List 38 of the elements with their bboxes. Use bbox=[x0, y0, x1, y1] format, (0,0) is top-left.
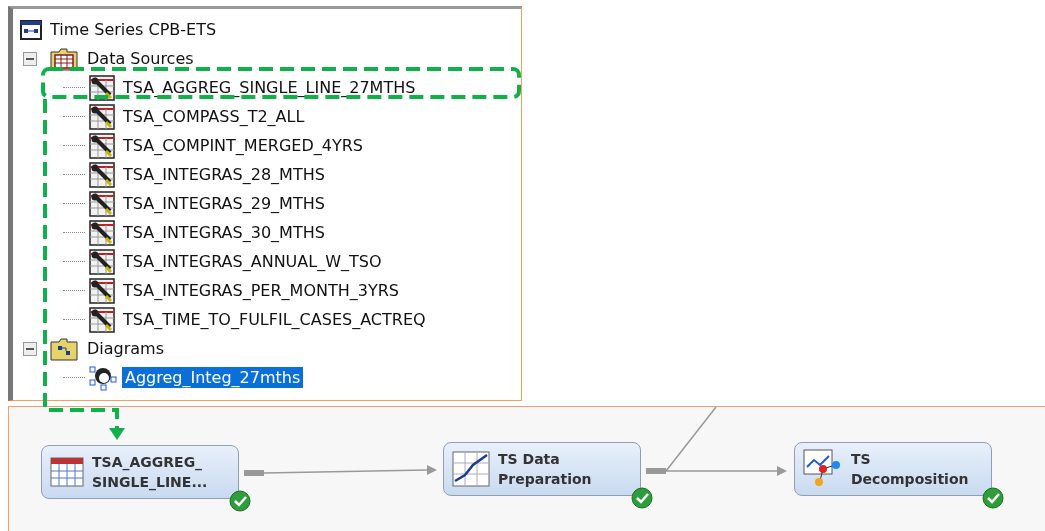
chart-network-icon bbox=[803, 449, 843, 489]
diagram-folder-icon bbox=[49, 336, 79, 361]
project-icon bbox=[20, 19, 42, 40]
diagram-node[interactable]: TSA_AGGREG_ SINGLE_LINE... bbox=[41, 445, 239, 499]
table-icon bbox=[50, 457, 84, 487]
tree-item[interactable]: TSA_INTEGRAS_PER_MONTH_3YRS bbox=[120, 280, 402, 301]
collapse-icon[interactable] bbox=[23, 341, 37, 356]
table-wrench-icon bbox=[89, 161, 115, 188]
tree-item[interactable]: TSA_COMPASS_T2_ALL bbox=[120, 106, 308, 127]
diagram-node[interactable]: TS Data Preparation bbox=[443, 442, 641, 496]
table-wrench-icon bbox=[89, 277, 115, 304]
table-wrench-icon bbox=[89, 306, 115, 333]
tree-item[interactable]: TSA_INTEGRAS_ANNUAL_W_TSO bbox=[120, 251, 385, 272]
tree-item[interactable]: TSA_COMPINT_MERGED_4YRS bbox=[120, 135, 366, 156]
diagram-node[interactable]: TS Decomposition bbox=[794, 442, 992, 496]
tree-item[interactable]: Aggreg_Integ_27mths bbox=[122, 367, 304, 388]
table-wrench-icon bbox=[89, 248, 115, 275]
collapse-icon[interactable] bbox=[23, 51, 37, 66]
connector-line bbox=[665, 407, 717, 472]
table-wrench-icon bbox=[89, 103, 115, 130]
table-wrench-icon bbox=[89, 219, 115, 246]
node-label: TSA_AGGREG_ SINGLE_LINE... bbox=[92, 453, 208, 492]
tree-item[interactable]: TSA_INTEGRAS_28_MTHS bbox=[120, 164, 328, 185]
tree-item[interactable]: TSA_AGGREG_SINGLE_LINE_27MTHS bbox=[120, 77, 419, 98]
table-wrench-icon bbox=[89, 132, 115, 159]
node-label: TS Decomposition bbox=[851, 450, 969, 489]
node-label: TS Data Preparation bbox=[498, 450, 592, 489]
table-folder-icon bbox=[49, 46, 79, 71]
table-wrench-icon bbox=[89, 190, 115, 217]
table-wrench-icon bbox=[89, 74, 115, 101]
tree-folder[interactable]: Data Sources bbox=[84, 48, 197, 69]
tree-item[interactable]: TSA_INTEGRAS_29_MTHS bbox=[120, 193, 328, 214]
tree-root[interactable]: Time Series CPB-ETS bbox=[47, 19, 220, 40]
tree-folder[interactable]: Diagrams bbox=[84, 338, 168, 359]
line-chart-icon bbox=[452, 451, 490, 487]
tree-item[interactable]: TSA_INTEGRAS_30_MTHS bbox=[120, 222, 328, 243]
process-flow-icon bbox=[89, 364, 117, 391]
tree-item[interactable]: TSA_TIME_TO_FULFIL_CASES_ACTREQ bbox=[120, 309, 429, 330]
